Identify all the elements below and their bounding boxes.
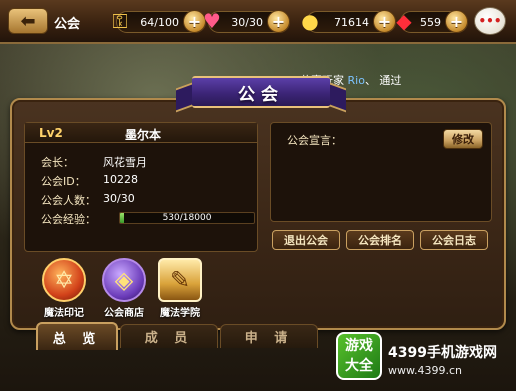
- add-gems-button[interactable]: +: [445, 10, 468, 33]
- watermark-title: 4399手机游戏网: [388, 345, 497, 361]
- notice-player-name: Rio: [347, 74, 365, 87]
- gold-coin-icon: ●: [301, 9, 319, 33]
- leader-label: 会长：: [41, 156, 74, 169]
- quit-guild-button[interactable]: 退出公会: [272, 230, 340, 250]
- members-row: 公会人数： 30/30: [41, 192, 135, 208]
- heart-icon: ♥: [203, 9, 221, 33]
- guild-shop-feature[interactable]: ◈ 公会商店: [96, 258, 152, 319]
- hearts-resource: ♥ 30/30 +: [203, 9, 290, 35]
- top-resource-bar: ⬅ 公会 ⚿ 64/100 + ♥ 30/30 + ● 71614 + ◆ 55…: [0, 0, 516, 44]
- pentagram-icon: ✡: [42, 258, 86, 302]
- tab-members[interactable]: 成 员: [120, 324, 218, 348]
- guild-declaration-box: 公会宣言： 修改: [270, 122, 492, 222]
- magic-seal-label: 魔法印记: [44, 308, 84, 319]
- back-button[interactable]: ⬅: [8, 8, 48, 34]
- exp-progress-bar: 530/18000: [119, 212, 255, 224]
- watermark-logo-bottom: 大全: [345, 358, 373, 374]
- watermark-logo: 游戏 大全: [336, 332, 382, 380]
- declaration-label: 公会宣言：: [287, 134, 342, 147]
- leader-row: 会长： 风花雪月: [41, 154, 147, 170]
- gold-resource: ● 71614 +: [301, 9, 396, 35]
- watermark-url: www.4399.cn: [388, 364, 462, 377]
- title-ribbon: 公会: [176, 70, 346, 114]
- guild-name: 墨尔本: [125, 128, 162, 142]
- edit-declaration-button[interactable]: 修改: [443, 129, 483, 149]
- magic-seal-feature[interactable]: ✡ 魔法印记: [36, 258, 92, 319]
- guild-id-label: 公会ID：: [41, 175, 86, 188]
- exp-progress-text: 530/18000: [162, 213, 212, 223]
- guild-level: Lv2: [39, 126, 63, 140]
- members-value: 30/30: [103, 192, 135, 205]
- magic-academy-feature[interactable]: ✎ 魔法学院: [152, 258, 208, 319]
- leader-value: 风花雪月: [103, 156, 147, 169]
- site-watermark: 游戏 大全 4399手机游戏网 www.4399.cn: [336, 332, 512, 388]
- notice-suffix: 、 通过: [364, 74, 402, 87]
- watermark-logo-top: 游戏: [345, 338, 373, 354]
- tab-overview[interactable]: 总 览: [36, 322, 118, 350]
- guild-info-box: Lv2 墨尔本 会长： 风花雪月 公会ID： 10228 公会人数： 30/30…: [24, 122, 258, 252]
- keys-resource: ⚿ 64/100 +: [112, 9, 206, 35]
- panel-title: 公会: [192, 76, 330, 108]
- guild-log-button[interactable]: 公会日志: [420, 230, 488, 250]
- screen-title: 公会: [54, 17, 81, 32]
- tab-applications[interactable]: 申 请: [220, 324, 318, 348]
- ruby-gem-icon: ◆: [396, 9, 412, 33]
- gems-resource: ◆ 559 +: [396, 9, 468, 35]
- guild-info-header: Lv2 墨尔本: [25, 123, 257, 143]
- guild-id-row: 公会ID： 10228: [41, 173, 138, 189]
- guild-shop-label: 公会商店: [104, 308, 144, 319]
- exp-row: 公会经验： 530/18000: [41, 211, 257, 227]
- add-hearts-button[interactable]: +: [267, 10, 290, 33]
- book-icon: ✎: [158, 258, 202, 302]
- chat-bubble-icon[interactable]: •••: [474, 7, 506, 35]
- members-label: 公会人数：: [41, 194, 96, 207]
- magic-academy-label: 魔法学院: [160, 308, 200, 319]
- exp-label: 公会经验：: [41, 213, 96, 226]
- guild-ranking-button[interactable]: 公会排名: [346, 230, 414, 250]
- guild-id-value: 10228: [103, 173, 138, 186]
- key-icon: ⚿: [112, 9, 128, 33]
- treasure-bag-icon: ◈: [102, 258, 146, 302]
- back-arrow-icon: ⬅: [20, 10, 36, 32]
